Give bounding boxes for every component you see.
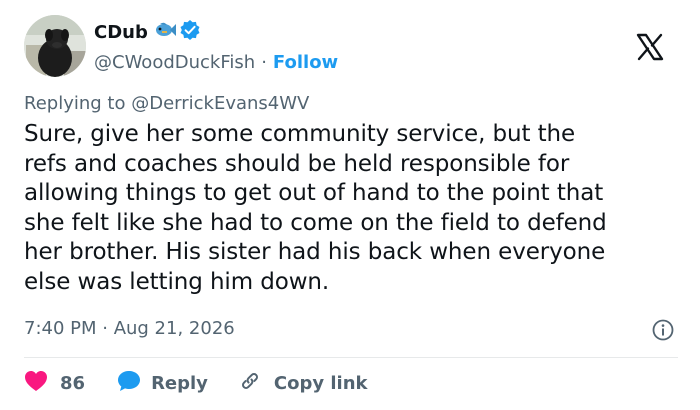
tweet-timestamp[interactable]: 7:40 PM · Aug 21, 2026 <box>24 318 235 339</box>
tweet-line: Sure, give her some community service, b… <box>24 121 576 147</box>
speech-bubble-icon <box>117 370 141 397</box>
display-name[interactable]: CDub <box>94 22 148 43</box>
separator-dot: · <box>261 51 267 73</box>
tweet-line: else was letting him down. <box>24 268 330 295</box>
author-handle[interactable]: @CWoodDuckFish <box>94 52 255 73</box>
tweet-line: allowing things to get out of hand to th… <box>24 180 604 206</box>
x-logo-icon[interactable] <box>636 33 664 61</box>
tweet-line: her brother. His sister had his back whe… <box>24 239 606 265</box>
fish-emoji-icon <box>154 21 176 43</box>
verified-badge-icon <box>179 19 201 45</box>
reply-label: Reply <box>151 372 208 394</box>
copy-link-button[interactable]: Copy link <box>238 369 368 398</box>
avatar[interactable] <box>24 15 86 77</box>
copy-link-label: Copy link <box>273 372 368 394</box>
divider <box>24 357 678 358</box>
like-count: 86 <box>60 372 86 394</box>
like-button[interactable]: 86 <box>24 370 85 397</box>
replying-prefix: Replying to <box>24 93 126 114</box>
tweet-line: she felt like she had to come on the fie… <box>24 209 607 236</box>
tweet-line: refs and coaches should be held responsi… <box>24 150 570 177</box>
replying-to: Replying to @DerrickEvans4WV <box>24 93 309 114</box>
reply-mention-link[interactable]: @DerrickEvans4WV <box>131 93 309 114</box>
follow-button[interactable]: Follow <box>273 52 338 73</box>
tweet-header: CDub @CWoodDuckFish · Follow <box>24 15 684 79</box>
heart-icon <box>24 370 48 397</box>
author-info: CDub @CWoodDuckFish · Follow <box>94 18 338 76</box>
tweet-text: Sure, give her some community service, b… <box>24 120 684 297</box>
reply-button[interactable]: Reply <box>117 370 208 397</box>
info-icon[interactable] <box>652 319 674 341</box>
action-bar: 86 Reply Copy link <box>24 370 368 396</box>
link-icon <box>238 369 262 398</box>
tweet-card: CDub @CWoodDuckFish · Follow Replying to… <box>0 0 700 410</box>
